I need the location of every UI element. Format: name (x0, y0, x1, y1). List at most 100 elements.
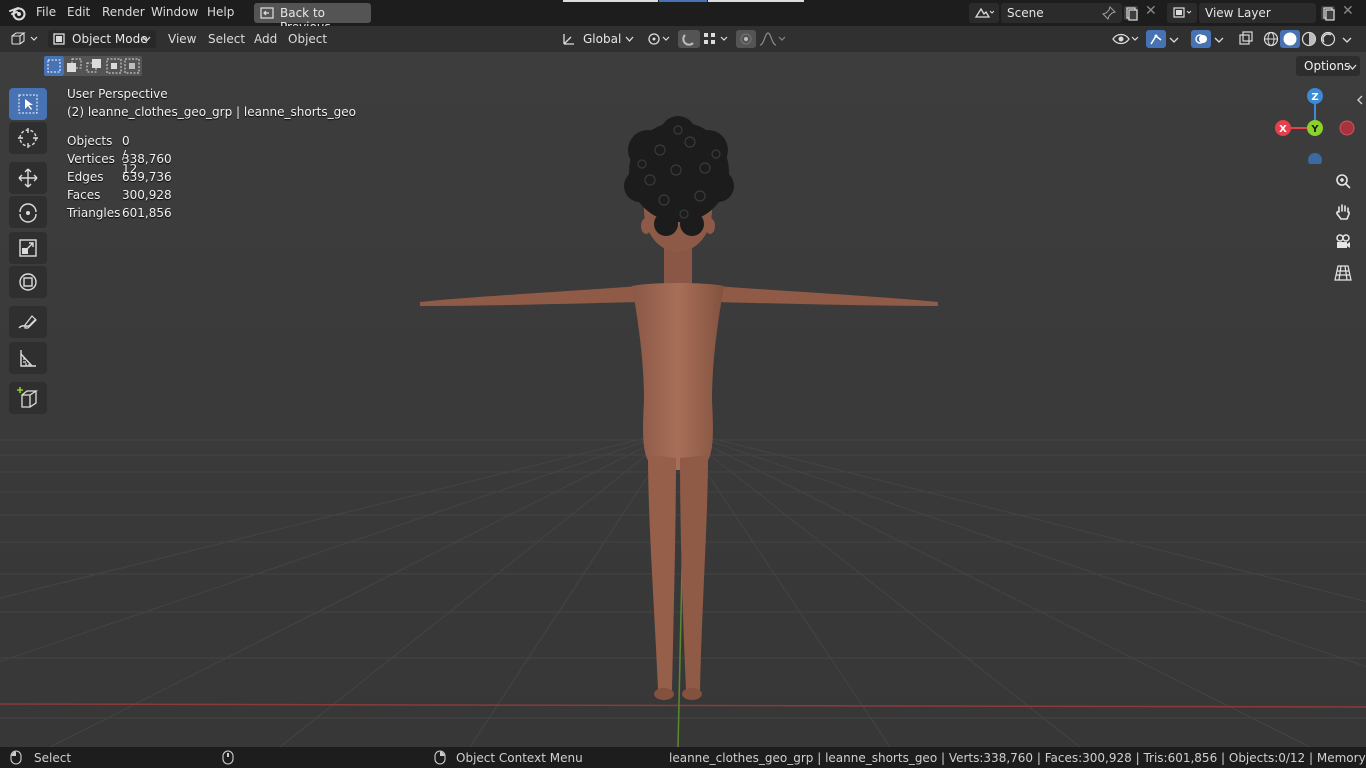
mouse-middle-icon (222, 750, 234, 765)
falloff-curve-icon[interactable] (758, 30, 788, 48)
select-invert-icon[interactable] (104, 56, 124, 76)
navigation-gizmo[interactable]: Z X Y (1270, 84, 1360, 164)
chevron-down-icon[interactable] (1342, 36, 1352, 44)
tool-add-cube[interactable] (9, 382, 47, 414)
active-object-label: (2) leanne_clothes_geo_grp | leanne_shor… (67, 105, 356, 119)
stat-label: Faces (67, 188, 101, 202)
proportional-edit-icon (740, 33, 752, 45)
chevron-down-icon[interactable] (1169, 36, 1179, 44)
scene-icon (974, 7, 994, 18)
mouse-right-icon (434, 750, 446, 765)
tool-move[interactable] (9, 162, 47, 194)
collapse-sidebar-icon[interactable] (1355, 94, 1365, 106)
stat-edges: Edges 639,736 (67, 170, 172, 184)
status-context-menu-label: Object Context Menu (456, 751, 583, 765)
select-intersect-icon[interactable] (122, 56, 142, 76)
chevron-down-icon (625, 36, 634, 42)
transform-orientation-dropdown[interactable]: Global (557, 30, 637, 48)
3d-viewport[interactable]: Options User Perspective (2) leanne_clot… (0, 52, 1366, 747)
rotate-icon (19, 203, 37, 223)
gizmo-toggle[interactable] (1146, 30, 1166, 48)
chevron-down-icon[interactable] (1214, 36, 1224, 44)
pivot-point-icon[interactable] (646, 30, 672, 48)
delete-view-layer-icon[interactable]: ✕ (1342, 3, 1354, 19)
proportional-edit-toggle[interactable] (736, 30, 756, 48)
mouse-left-icon (10, 750, 22, 765)
scene-name-field[interactable]: Scene (1001, 3, 1122, 23)
stat-label: Triangles (67, 206, 121, 220)
snap-toggle[interactable] (678, 30, 700, 48)
blender-logo-icon[interactable] (9, 5, 27, 21)
mode-label: Object Mode (72, 32, 148, 46)
back-to-previous-button[interactable]: Back to Previous (254, 3, 371, 34)
zoom-button[interactable] (1331, 170, 1355, 194)
tool-rotate[interactable] (9, 196, 47, 228)
material-shading-icon[interactable] (1300, 30, 1318, 48)
view-perspective-label: User Perspective (67, 87, 168, 101)
tool-select-box[interactable] (9, 88, 47, 120)
tool-measure[interactable] (9, 342, 47, 374)
workspace-tab-indicator-2[interactable] (708, 0, 804, 2)
object-mode-icon (53, 33, 65, 45)
visibility-eye-icon[interactable] (1111, 30, 1141, 48)
snap-grid-icon[interactable] (702, 30, 732, 48)
mode-dropdown[interactable]: Object Mode (48, 30, 156, 48)
pan-button[interactable] (1331, 200, 1355, 224)
workspace-tab-indicator[interactable] (563, 0, 658, 2)
pin-icon[interactable] (1102, 6, 1116, 20)
gizmo-y-label: Y (1310, 124, 1319, 135)
menu-window[interactable]: Window (151, 5, 198, 19)
top-menu-bar: File Edit Render Window Help Back to Pre… (0, 0, 1366, 34)
delete-scene-icon[interactable]: ✕ (1145, 3, 1157, 19)
status-scene-info: leanne_clothes_geo_grp | leanne_shorts_g… (669, 751, 1366, 765)
stat-value: 601,856 (122, 206, 172, 220)
scale-icon (19, 239, 37, 257)
select-subtract-icon[interactable] (84, 56, 104, 76)
stat-faces: Faces 300,928 (67, 188, 172, 202)
header-menu-select[interactable]: Select (208, 32, 245, 50)
gizmo-neg-z[interactable] (1308, 153, 1322, 164)
header-menu-object[interactable]: Object (288, 32, 327, 50)
menu-file[interactable]: File (36, 5, 56, 19)
ortho-toggle-button[interactable] (1331, 261, 1355, 285)
rendered-shading-icon[interactable] (1319, 30, 1337, 48)
select-mode-group (44, 56, 142, 76)
gizmo-neg-x[interactable] (1339, 120, 1355, 136)
stat-value: 338,760 (122, 152, 172, 166)
editor-type-button[interactable] (8, 30, 42, 48)
stat-value: 639,736 (122, 170, 172, 184)
select-new-icon[interactable] (44, 56, 64, 76)
tool-transform[interactable] (9, 266, 47, 298)
cursor-icon (18, 128, 38, 148)
overlays-icon (1195, 34, 1207, 44)
new-scene-icon[interactable] (1122, 4, 1140, 22)
camera-view-button[interactable] (1331, 230, 1355, 254)
solid-shading-icon (1283, 32, 1297, 46)
tool-annotate[interactable] (9, 306, 47, 338)
options-dropdown[interactable]: Options (1296, 56, 1360, 76)
tool-cursor[interactable] (9, 122, 47, 154)
menu-help[interactable]: Help (207, 5, 234, 19)
menu-render[interactable]: Render (102, 5, 145, 19)
wireframe-shading-icon[interactable] (1262, 30, 1280, 48)
chevron-down-icon (142, 36, 151, 42)
header-menu-view[interactable]: View (168, 32, 196, 50)
status-select-label: Select (34, 751, 72, 765)
header-menu-add[interactable]: Add (254, 32, 277, 50)
menu-edit[interactable]: Edit (67, 5, 90, 19)
solid-shading-button[interactable] (1280, 30, 1300, 48)
overlays-toggle[interactable] (1191, 30, 1211, 48)
view-layer-browse-button[interactable] (1167, 3, 1197, 23)
tool-scale[interactable] (9, 232, 47, 264)
xray-toggle-icon[interactable] (1237, 30, 1255, 48)
back-arrow-icon (260, 7, 274, 19)
camera-icon (1336, 234, 1350, 248)
select-extend-icon[interactable] (64, 56, 84, 76)
new-view-layer-icon[interactable] (1319, 4, 1337, 22)
stat-value: 300,928 (122, 188, 172, 202)
gizmo-x-label: X (1279, 124, 1287, 135)
workspace-tab-active[interactable] (659, 0, 707, 2)
scene-browse-button[interactable] (969, 3, 999, 23)
stat-triangles: Triangles 601,856 (67, 206, 172, 220)
view-layer-name-field[interactable]: View Layer (1199, 3, 1316, 23)
